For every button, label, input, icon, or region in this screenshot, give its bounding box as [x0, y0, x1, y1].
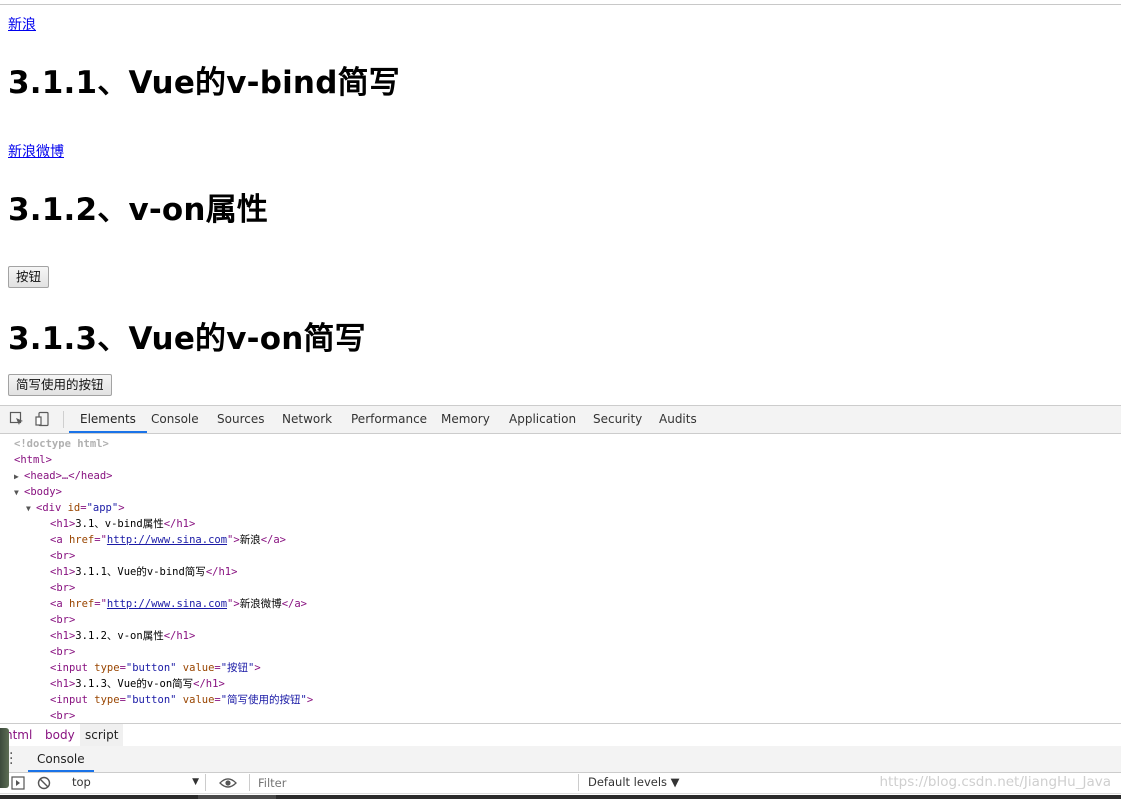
dom-head[interactable]: ▶ <head>…</head> — [14, 468, 113, 485]
tab-memory[interactable]: Memory — [430, 406, 501, 433]
sina-weibo-link[interactable]: 新浪微博 — [8, 141, 64, 161]
dom-body[interactable]: ▼ <body> — [14, 484, 62, 501]
console-toolbar: top▼ Default levels ▼ https://blog.csdn.… — [0, 773, 1121, 794]
crumb-body[interactable]: body — [40, 724, 80, 746]
devtools-panel: Elements Console Sources Network Perform… — [0, 405, 1121, 799]
tab-audits[interactable]: Audits — [648, 406, 708, 433]
tab-elements[interactable]: Elements — [69, 406, 147, 433]
button-shorthand[interactable]: 简写使用的按钮 — [8, 374, 112, 396]
tab-security[interactable]: Security — [582, 406, 653, 433]
inspect-element-icon[interactable] — [9, 411, 25, 427]
dom-br[interactable]: <br> — [50, 708, 75, 722]
heading-v-on-shorthand: 3.1.3、Vue的v-on简写 — [8, 321, 366, 357]
more-options-icon[interactable]: · · · — [9, 747, 13, 771]
dom-h1[interactable]: <h1>3.1、v-bind属性</h1> — [50, 516, 195, 532]
dom-tree[interactable]: <!doctype html> <html> ▶ <head>…</head> ▼… — [0, 434, 1121, 722]
live-expression-eye-icon[interactable] — [219, 775, 237, 794]
collapse-triangle-icon[interactable]: ▼ — [14, 485, 24, 501]
dom-html[interactable]: <html> — [14, 452, 52, 468]
tab-application[interactable]: Application — [498, 406, 587, 433]
dom-div-app[interactable]: ▼ <div id="app"> — [26, 500, 125, 517]
tab-sources[interactable]: Sources — [206, 406, 275, 433]
page-content: 新浪 3.1.1、Vue的v-bind简写 新浪微博 3.1.2、v-on属性 … — [0, 0, 1121, 405]
sina-link[interactable]: 新浪 — [8, 14, 36, 34]
device-toolbar-icon[interactable] — [35, 411, 51, 427]
breadcrumb: html body script — [0, 723, 1121, 747]
dom-a[interactable]: <a href="http://www.sina.com">新浪</a> — [50, 532, 286, 548]
drawer-tab-console[interactable]: Console — [28, 746, 94, 772]
watermark: https://blog.csdn.net/JiangHu_Java — [879, 774, 1111, 790]
clear-console-icon[interactable] — [37, 775, 51, 794]
tab-console[interactable]: Console — [140, 406, 210, 433]
side-handle — [0, 728, 9, 788]
dom-h1[interactable]: <h1>3.1.3、Vue的v-on简写</h1> — [50, 676, 225, 692]
devtools-tabbar: Elements Console Sources Network Perform… — [0, 406, 1121, 434]
show-sidebar-icon[interactable] — [11, 775, 25, 794]
heading-v-on-attribute: 3.1.2、v-on属性 — [8, 192, 269, 228]
toolbar-separator — [63, 411, 64, 428]
dom-doctype: <!doctype html> — [14, 438, 109, 450]
dom-a[interactable]: <a href="http://www.sina.com">新浪微博</a> — [50, 596, 307, 612]
bottom-bar-segment — [198, 795, 276, 799]
dom-br[interactable]: <br> — [50, 548, 75, 564]
dom-input[interactable]: <input type="button" value="简写使用的按钮"> — [50, 692, 313, 708]
console-filter-input[interactable] — [249, 774, 579, 791]
log-levels-dropdown[interactable]: Default levels ▼ — [588, 774, 680, 791]
drawer-tabbar: · · · Console — [0, 746, 1121, 773]
dropdown-caret-icon: ▼ — [192, 777, 199, 787]
heading-v-bind-shorthand: 3.1.1、Vue的v-bind简写 — [8, 65, 400, 101]
context-selector[interactable]: top ▼ — [64, 774, 206, 791]
bottom-bar — [0, 795, 1121, 799]
dom-input[interactable]: <input type="button" value="按钮"> — [50, 660, 261, 676]
collapse-triangle-icon[interactable]: ▼ — [26, 501, 36, 517]
button-basic[interactable]: 按钮 — [8, 266, 50, 288]
expand-triangle-icon[interactable]: ▶ — [14, 469, 24, 485]
dom-h1[interactable]: <h1>3.1.1、Vue的v-bind简写</h1> — [50, 564, 237, 580]
tab-performance[interactable]: Performance — [340, 406, 438, 433]
crumb-script[interactable]: script — [80, 724, 124, 746]
dom-br[interactable]: <br> — [50, 644, 75, 660]
dom-br[interactable]: <br> — [50, 612, 75, 628]
dom-h1[interactable]: <h1>3.1.2、v-on属性</h1> — [50, 628, 195, 644]
dom-br[interactable]: <br> — [50, 580, 75, 596]
tab-network[interactable]: Network — [271, 406, 343, 433]
